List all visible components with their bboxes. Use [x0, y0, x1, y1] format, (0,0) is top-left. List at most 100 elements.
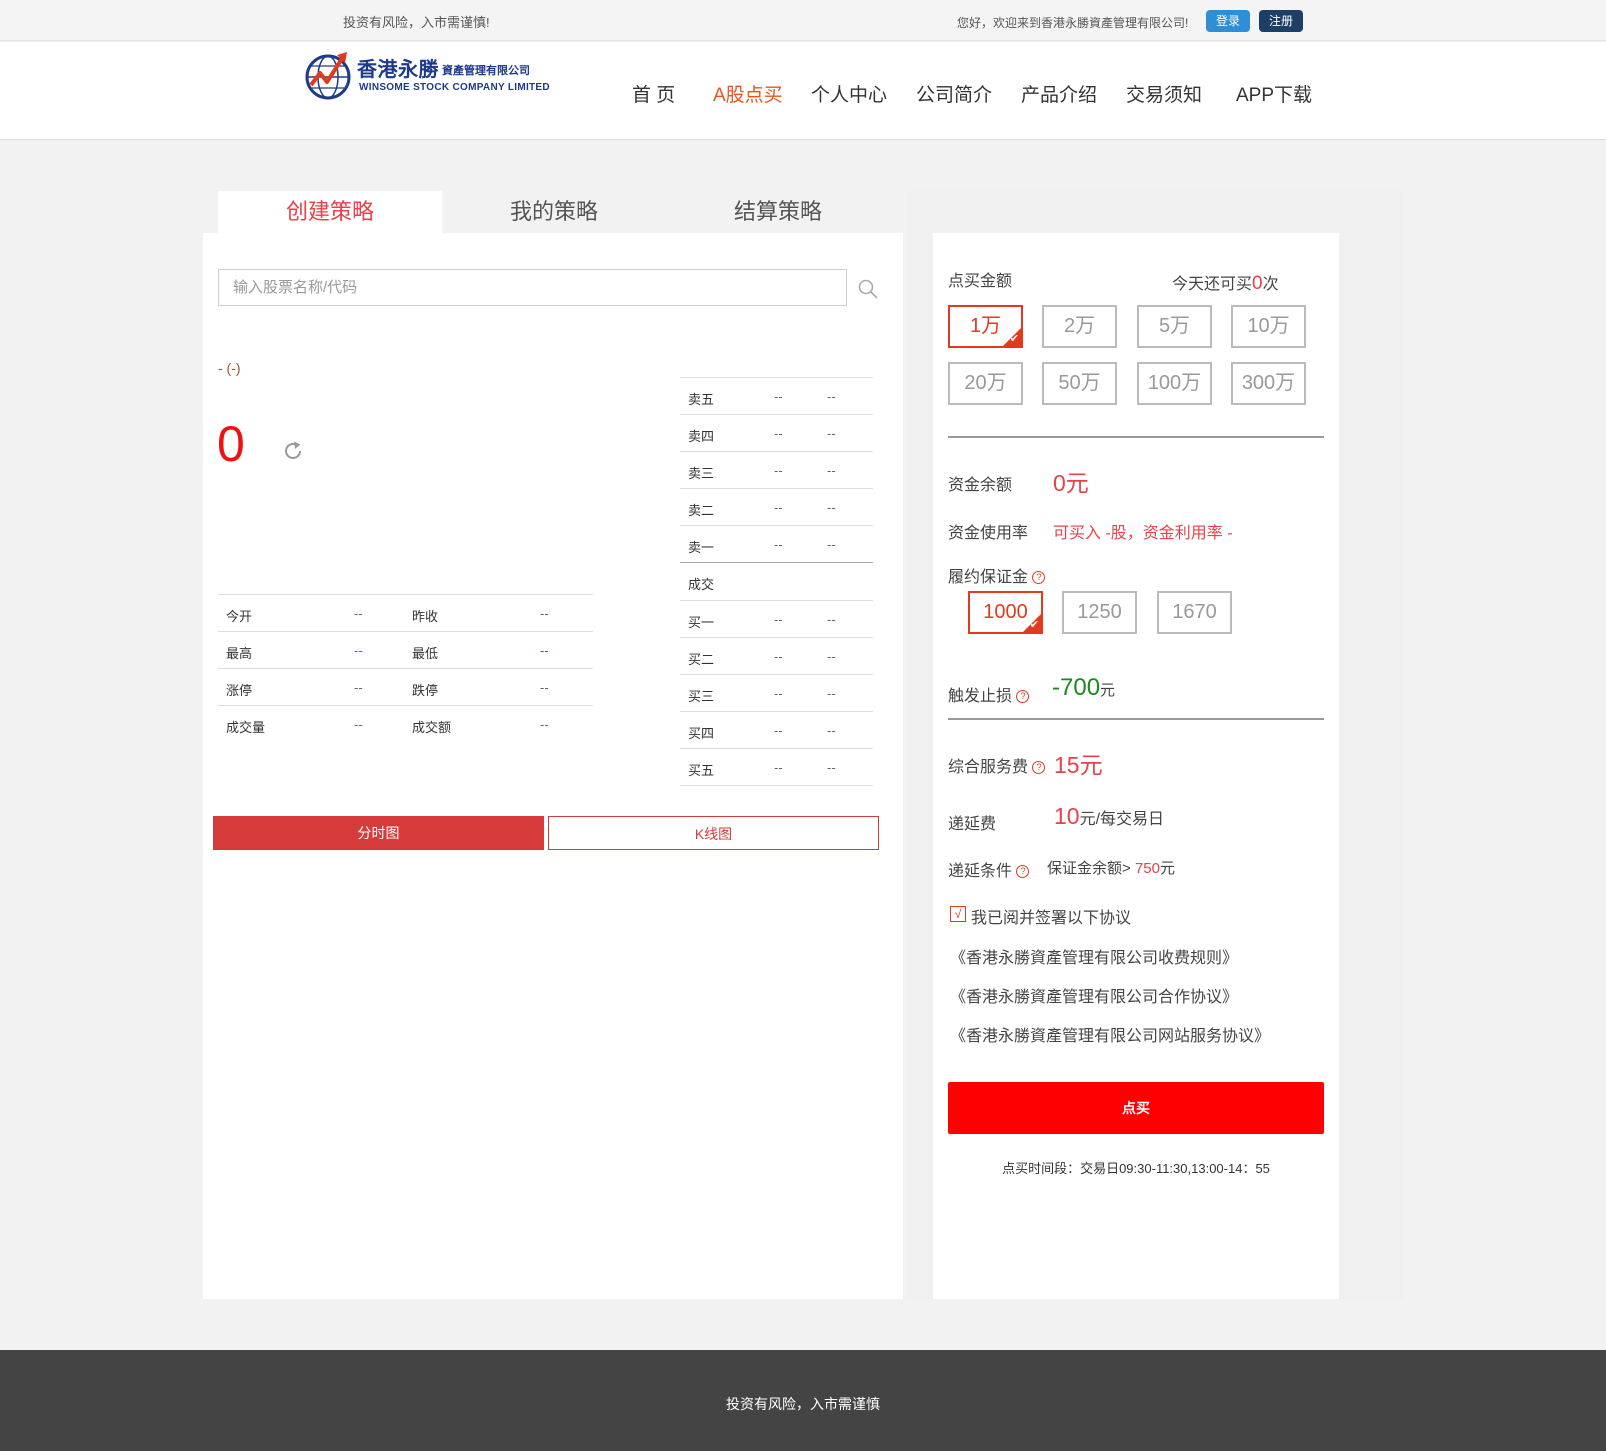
orderbook-row-trade: 成交 [680, 562, 873, 599]
amount-option-label: 1万 [969, 315, 1002, 337]
nav-trading-notice[interactable]: 交易须知 [1126, 80, 1202, 107]
register-button[interactable]: 注册 [1259, 10, 1303, 32]
usage-value: 可买入 -股，资金利用率 - [1053, 525, 1233, 542]
remaining-prefix: 今天还可买 [1172, 276, 1253, 293]
stat-open-value: -- [354, 606, 363, 621]
stat-limit-up-value: -- [354, 680, 363, 695]
service-fee-value: 15元 [1054, 752, 1103, 778]
kline-chart-button[interactable]: K线图 [548, 816, 879, 850]
stock-price: 0 [217, 416, 245, 472]
deferral-fee-unit: 元/每交易日 [1079, 811, 1165, 828]
orderbook-price: -- [774, 463, 783, 478]
orderbook-volume: -- [827, 426, 836, 441]
tab-settle-strategy[interactable]: 结算策略 [666, 191, 890, 233]
orderbook-row-sell5: 卖五 -- -- [680, 377, 873, 414]
help-icon[interactable]: ? [1016, 690, 1030, 704]
login-button[interactable]: 登录 [1206, 10, 1250, 32]
deferral-cond-label-text: 递延条件 [948, 863, 1013, 880]
deferral-cond-group: 保证金余额> 750元 [1047, 857, 1175, 878]
amount-option-10w[interactable]: 10万 [1231, 305, 1306, 348]
orderbook-row-buy1: 买一 -- -- [680, 600, 873, 637]
company-logo[interactable]: 香港永勝 資產管理有限公司 WINSOME STOCK COMPANY LIMI… [305, 49, 550, 101]
amount-option-1w[interactable]: 1万 ✔ [948, 305, 1023, 348]
amount-label: 点买金额 [948, 273, 1013, 290]
amount-option-50w[interactable]: 50万 [1042, 362, 1117, 405]
nav-product-intro[interactable]: 产品介绍 [1021, 80, 1097, 107]
orderbook-price: -- [774, 686, 783, 701]
margin-option-1000[interactable]: 1000 ✔ [968, 591, 1043, 634]
stats-row: 最高 -- 最低 -- [218, 631, 593, 668]
orderbook-price: -- [774, 723, 783, 738]
orderbook-volume: -- [827, 500, 836, 515]
stoploss-value-group: -700元 [1052, 674, 1115, 702]
orderbook-label: 卖四 [688, 429, 715, 444]
margin-option-1250[interactable]: 1250 [1062, 591, 1137, 634]
amount-option-100w[interactable]: 100万 [1137, 362, 1212, 405]
remaining-suffix: 次 [1262, 276, 1279, 293]
deferral-fee-value: 10 [1054, 803, 1080, 829]
stat-volume-value: -- [354, 717, 363, 732]
orderbook-row-sell1: 卖一 -- -- [680, 525, 873, 562]
nav-a-share-buy[interactable]: A股点买 [713, 80, 783, 107]
header: 香港永勝 資產管理有限公司 WINSOME STOCK COMPANY LIMI… [0, 42, 1606, 140]
refresh-icon[interactable] [281, 439, 305, 463]
orderbook-row-buy3: 买三 -- -- [680, 674, 873, 711]
tab-create-strategy[interactable]: 创建策略 [218, 191, 442, 233]
orderbook-price: -- [774, 426, 783, 441]
stock-search-input[interactable] [218, 269, 847, 306]
orderbook-label: 卖五 [688, 392, 715, 407]
footer-text: 投资有风险，入市需谨慎 [726, 1396, 880, 1412]
amount-option-300w[interactable]: 300万 [1231, 362, 1306, 405]
stat-volume-label: 成交量 [226, 720, 266, 735]
orderbook-label: 卖二 [688, 503, 715, 518]
agree-checkbox[interactable]: √ [950, 906, 966, 922]
stat-high-value: -- [354, 643, 363, 658]
deferral-fee-label: 递延费 [948, 816, 997, 833]
orderbook-row-buy2: 买二 -- -- [680, 637, 873, 674]
service-fee-label: 综合服务费 ? [948, 753, 1046, 777]
help-icon[interactable]: ? [1016, 865, 1030, 879]
orderbook-price: -- [774, 537, 783, 552]
amount-option-2w[interactable]: 2万 [1042, 305, 1117, 348]
nav-company-intro[interactable]: 公司简介 [916, 80, 992, 107]
time-chart-button[interactable]: 分时图 [213, 816, 544, 850]
orderbook-label: 买二 [688, 652, 715, 667]
stats-row: 今开 -- 昨收 -- [218, 594, 593, 631]
logo-name-cn-sub: 資產管理有限公司 [442, 65, 530, 77]
orderbook-row-buy5: 买五 -- -- [680, 748, 873, 785]
agreement-link-fees[interactable]: 《香港永勝資產管理有限公司收费规则》 [950, 944, 1238, 968]
amount-option-20w[interactable]: 20万 [948, 362, 1023, 405]
orderbook-volume: -- [827, 686, 836, 701]
stat-high-label: 最高 [226, 646, 253, 661]
orderbook-price: -- [774, 500, 783, 515]
help-icon[interactable]: ? [1032, 761, 1046, 775]
nav-app-download[interactable]: APP下载 [1236, 80, 1312, 107]
buy-button[interactable]: 点买 [948, 1082, 1324, 1134]
orderbook-volume: -- [827, 649, 836, 664]
orderbook-trade-label: 成交 [688, 577, 715, 592]
deferral-cond-value: 750 [1134, 860, 1160, 877]
stat-limit-down-value: -- [540, 680, 549, 695]
nav-home[interactable]: 首 页 [632, 80, 675, 107]
amount-option-5w[interactable]: 5万 [1137, 305, 1212, 348]
nav-personal-center[interactable]: 个人中心 [811, 80, 887, 107]
help-icon[interactable]: ? [1032, 571, 1046, 585]
footer: 投资有风险，入市需谨慎 [0, 1350, 1606, 1451]
remaining-buys: 今天还可买0次 [1172, 270, 1279, 295]
top-bar: 投资有风险，入市需谨慎! 您好，欢迎来到香港永勝資產管理有限公司! 登录 注册 [0, 0, 1606, 41]
margin-label-text: 履约保证金 [948, 569, 1029, 586]
margin-label: 履约保证金 ? [948, 563, 1046, 587]
orderbook-volume: -- [827, 760, 836, 775]
orderbook-volume: -- [827, 463, 836, 478]
agreement-link-cooperation[interactable]: 《香港永勝資產管理有限公司合作协议》 [950, 983, 1238, 1007]
stoploss-label: 触发止损 ? [948, 682, 1030, 706]
margin-option-1670[interactable]: 1670 [1157, 591, 1232, 634]
search-icon[interactable] [858, 279, 878, 299]
agreement-link-service[interactable]: 《香港永勝資產管理有限公司网站服务协议》 [950, 1022, 1270, 1046]
risk-warning: 投资有风险，入市需谨慎! [343, 15, 490, 30]
orderbook-volume: -- [827, 389, 836, 404]
tab-my-strategy[interactable]: 我的策略 [442, 191, 666, 233]
usage-label: 资金使用率 [948, 525, 1029, 542]
section-divider [948, 436, 1324, 438]
orderbook-volume: -- [827, 723, 836, 738]
